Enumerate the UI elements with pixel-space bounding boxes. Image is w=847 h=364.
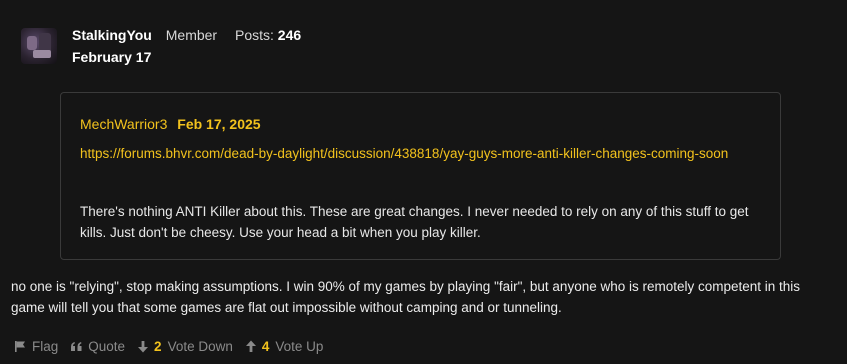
- post-body: no one is "relying", stop making assumpt…: [11, 279, 801, 315]
- user-role: Member: [165, 27, 218, 43]
- quote-source-link[interactable]: https://forums.bhvr.com/dead-by-daylight…: [80, 143, 740, 164]
- post-date[interactable]: February 17: [72, 49, 151, 65]
- quote-header: MechWarrior3 Feb 17, 2025: [80, 116, 261, 132]
- vote-up-count: 4: [261, 339, 270, 354]
- username-link[interactable]: StalkingYou: [72, 27, 152, 43]
- quote-author-link[interactable]: MechWarrior3: [80, 116, 167, 132]
- avatar[interactable]: [21, 28, 57, 64]
- post-meta: StalkingYou Member Posts: 246: [72, 27, 301, 44]
- quote-button[interactable]: Quote: [70, 339, 125, 354]
- quote-block: MechWarrior3 Feb 17, 2025 https://forums…: [60, 92, 781, 260]
- flag-label: Flag: [32, 339, 59, 354]
- vote-down-button[interactable]: 2 Vote Down: [137, 339, 233, 354]
- quote-icon: [70, 341, 83, 352]
- post-actions: Flag Quote 2 Vote Down 4 Vote Up: [14, 339, 329, 354]
- arrow-down-icon: [137, 340, 149, 353]
- quote-label: Quote: [88, 339, 126, 354]
- quote-text: There's nothing ANTI Killer about this. …: [80, 204, 749, 240]
- posts-count: 246: [277, 27, 302, 43]
- vote-up-label: Vote Up: [275, 339, 324, 354]
- flag-icon: [14, 340, 27, 353]
- avatar-detail: [33, 50, 51, 58]
- vote-down-label: Vote Down: [167, 339, 233, 354]
- vote-down-count: 2: [154, 339, 162, 354]
- vote-up-button[interactable]: 4 Vote Up: [245, 339, 324, 354]
- flag-button[interactable]: Flag: [14, 339, 58, 354]
- quote-date-link[interactable]: Feb 17, 2025: [177, 116, 260, 132]
- avatar-detail: [27, 36, 37, 50]
- posts-label: Posts:: [235, 27, 274, 43]
- arrow-up-icon: [245, 340, 257, 353]
